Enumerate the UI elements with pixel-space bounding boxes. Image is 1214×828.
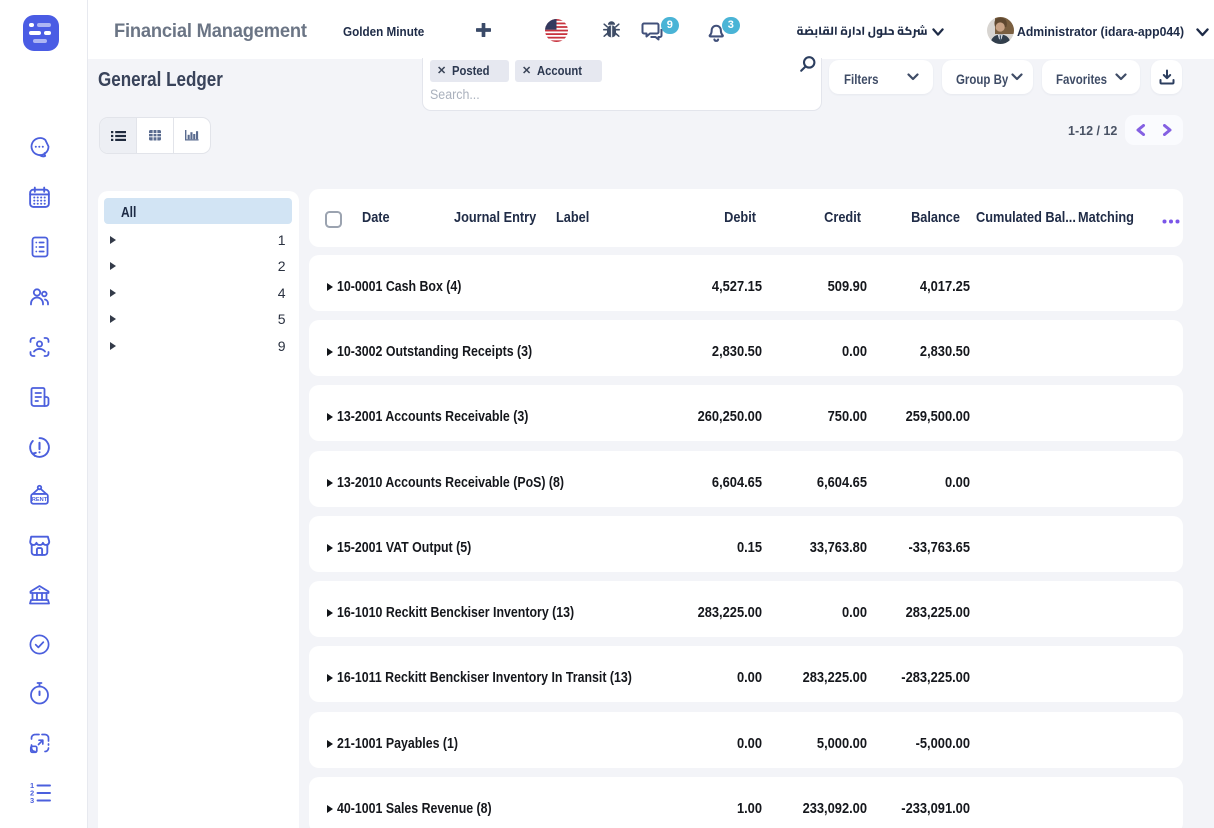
svg-text:RENT: RENT xyxy=(32,497,48,503)
svg-text:3: 3 xyxy=(30,796,34,804)
